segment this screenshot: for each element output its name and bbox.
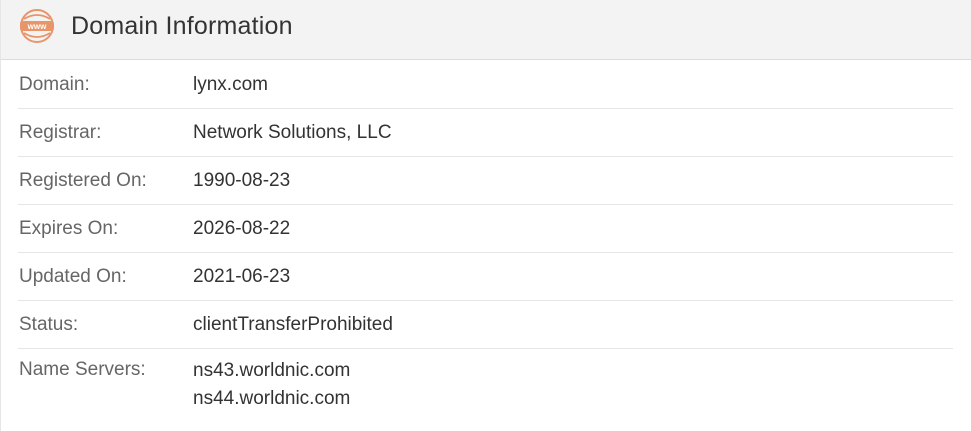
panel-title: Domain Information: [71, 12, 293, 40]
info-row-status: Status: clientTransferProhibited: [1, 301, 953, 349]
info-label: Registrar:: [19, 122, 102, 143]
domain-information-panel: www Domain Information Domain: lynx.com …: [0, 0, 971, 431]
info-value: 2021-06-23: [193, 266, 291, 287]
info-label: Name Servers:: [19, 359, 146, 380]
www-globe-icon: www: [20, 9, 54, 43]
info-value: 1990-08-23: [193, 170, 291, 191]
name-server-value: ns43.worldnic.com: [193, 360, 351, 381]
info-value: 2026-08-22: [193, 218, 291, 239]
info-row-domain: Domain: lynx.com: [1, 61, 953, 109]
info-row-name-servers: Name Servers: ns43.worldnic.com ns44.wor…: [1, 349, 953, 419]
info-row-registrar: Registrar: Network Solutions, LLC: [1, 109, 953, 157]
domain-info-list: Domain: lynx.com Registrar: Network Solu…: [1, 61, 971, 419]
info-label: Expires On:: [19, 218, 119, 239]
panel-header: www Domain Information: [1, 0, 971, 60]
info-label: Domain:: [19, 74, 90, 95]
info-row-registered-on: Registered On: 1990-08-23: [1, 157, 953, 205]
info-value: Network Solutions, LLC: [193, 122, 392, 143]
info-label: Registered On:: [19, 170, 147, 191]
name-server-value: ns44.worldnic.com: [193, 388, 351, 409]
info-value: lynx.com: [193, 74, 268, 95]
info-label: Updated On:: [19, 266, 127, 287]
info-row-updated-on: Updated On: 2021-06-23: [1, 253, 953, 301]
svg-text:www: www: [27, 22, 47, 31]
info-label: Status:: [19, 314, 79, 335]
info-value: clientTransferProhibited: [193, 314, 393, 335]
name-server-list: ns43.worldnic.com ns44.worldnic.com: [193, 357, 350, 413]
info-row-expires-on: Expires On: 2026-08-22: [1, 205, 953, 253]
